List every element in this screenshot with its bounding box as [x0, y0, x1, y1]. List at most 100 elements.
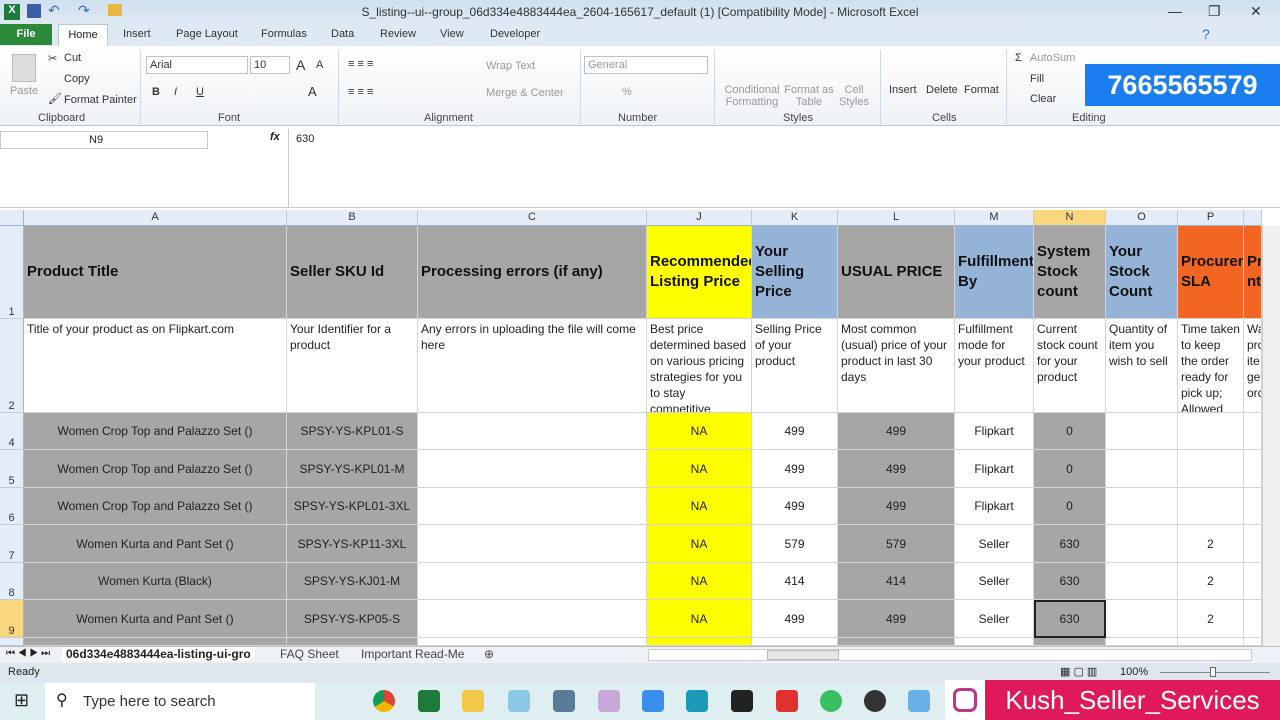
restore-icon[interactable]: ❐: [1208, 3, 1221, 20]
table-cell[interactable]: 499: [752, 450, 838, 488]
description-cell[interactable]: Fulfillment mode for your product: [955, 319, 1034, 413]
conditional-formatting-button[interactable]: Conditional Formatting: [722, 84, 782, 108]
table-cell[interactable]: NA: [647, 563, 752, 600]
column-header-j[interactable]: J: [647, 210, 752, 226]
table-cell[interactable]: [418, 525, 647, 563]
description-cell[interactable]: Time taken to keep the order ready for p…: [1178, 319, 1244, 413]
table-cell[interactable]: [1244, 450, 1262, 488]
table-cell[interactable]: 499: [752, 413, 838, 450]
column-header-l[interactable]: L: [838, 210, 955, 226]
grow-font-icon[interactable]: A: [296, 57, 305, 73]
description-cell[interactable]: Your Identifier for a product: [287, 319, 418, 413]
cut-icon[interactable]: ✂: [48, 52, 57, 65]
header-cell[interactable]: Procurement SLA: [1178, 226, 1244, 319]
clear-button[interactable]: Clear: [1030, 93, 1056, 105]
table-cell[interactable]: [1178, 488, 1244, 525]
percent-icon[interactable]: %: [622, 86, 632, 98]
sticky-notes-icon[interactable]: [731, 690, 753, 712]
table-cell[interactable]: Women Crop Top and Palazzo Set (): [24, 488, 287, 525]
format-as-table-button[interactable]: Format as Table: [784, 84, 834, 108]
table-cell[interactable]: [1244, 563, 1262, 600]
name-box[interactable]: N9: [0, 131, 208, 149]
autosum-icon[interactable]: Σ: [1015, 52, 1022, 64]
row-header[interactable]: 6: [0, 488, 24, 525]
tab-developer[interactable]: Developer: [490, 28, 540, 40]
copy-button[interactable]: Copy: [64, 73, 90, 85]
tab-file[interactable]: File: [0, 24, 52, 45]
redo-icon[interactable]: ↷: [78, 2, 90, 19]
table-cell[interactable]: 499: [752, 600, 838, 638]
table-cell[interactable]: 0: [1034, 450, 1106, 488]
table-cell[interactable]: 499: [752, 488, 838, 525]
table-cell[interactable]: Flipkart: [955, 413, 1034, 450]
table-cell[interactable]: NA: [647, 450, 752, 488]
autosum-button[interactable]: AutoSum: [1030, 52, 1075, 64]
table-cell[interactable]: 630: [1034, 600, 1106, 638]
table-cell[interactable]: Seller: [955, 563, 1034, 600]
table-cell[interactable]: [1244, 413, 1262, 450]
table-cell[interactable]: [1106, 600, 1178, 638]
font-size-select[interactable]: 10: [250, 56, 290, 74]
table-cell[interactable]: [838, 638, 955, 646]
header-cell[interactable]: Your Stock Count: [1106, 226, 1178, 319]
table-cell[interactable]: [418, 488, 647, 525]
table-cell[interactable]: SPSY-YS-KJ01-M: [287, 563, 418, 600]
header-cell[interactable]: USUAL PRICE: [838, 226, 955, 319]
undo-icon[interactable]: ↶: [48, 2, 60, 19]
paint-icon[interactable]: [598, 690, 620, 712]
italic-icon[interactable]: I: [174, 86, 177, 98]
table-cell[interactable]: Women Kurta and Pant Set (): [24, 525, 287, 563]
tab-data[interactable]: Data: [331, 28, 354, 40]
column-header-m[interactable]: M: [955, 210, 1034, 226]
excel-taskbar-icon[interactable]: [418, 690, 440, 712]
table-cell[interactable]: SPSY-YS-KP05-S: [287, 600, 418, 638]
table-cell[interactable]: 2: [1178, 525, 1244, 563]
table-cell[interactable]: [1106, 563, 1178, 600]
close-icon[interactable]: ✕: [1250, 3, 1262, 20]
table-cell[interactable]: Seller: [955, 525, 1034, 563]
table-cell[interactable]: [647, 638, 752, 646]
new-sheet-icon[interactable]: ⊕: [484, 647, 494, 661]
row-header[interactable]: [0, 638, 24, 646]
row-header[interactable]: 9: [0, 600, 24, 638]
cell-styles-button[interactable]: Cell Styles: [836, 84, 872, 108]
app-icon[interactable]: [908, 690, 930, 712]
table-cell[interactable]: NA: [647, 600, 752, 638]
table-cell[interactable]: [1244, 488, 1262, 525]
table-cell[interactable]: [1244, 600, 1262, 638]
header-cell[interactable]: Fulfillment By: [955, 226, 1034, 319]
view-buttons-icon[interactable]: ▦ ▢ ▥: [1060, 665, 1097, 678]
wrap-text-button[interactable]: Wrap Text: [486, 60, 535, 72]
table-cell[interactable]: 414: [752, 563, 838, 600]
header-cell[interactable]: Pr nt: [1244, 226, 1262, 319]
anydesk-icon[interactable]: [776, 690, 798, 712]
table-cell[interactable]: 0: [1034, 488, 1106, 525]
table-cell[interactable]: [1106, 450, 1178, 488]
fill-button[interactable]: Fill: [1030, 73, 1044, 85]
table-cell[interactable]: [1106, 638, 1178, 646]
header-cell[interactable]: Product Title: [24, 226, 287, 319]
table-cell[interactable]: Women Kurta (Black): [24, 563, 287, 600]
table-cell[interactable]: 0: [1034, 413, 1106, 450]
table-cell[interactable]: 579: [752, 525, 838, 563]
description-cell[interactable]: Quantity of item you wish to sell: [1106, 319, 1178, 413]
sheet-nav-icon[interactable]: ⏮ ◀ ▶ ⏭: [6, 648, 50, 659]
insert-function-button[interactable]: fx: [270, 131, 280, 143]
tab-view[interactable]: View: [440, 28, 464, 40]
table-cell[interactable]: SPSY-YS-KPL01-S: [287, 413, 418, 450]
table-cell[interactable]: 499: [838, 450, 955, 488]
format-cells-button[interactable]: Format: [964, 84, 999, 96]
table-cell[interactable]: NA: [647, 413, 752, 450]
table-cell[interactable]: [418, 413, 647, 450]
sheet-tab-faq[interactable]: FAQ Sheet: [280, 647, 339, 661]
table-cell[interactable]: [1178, 413, 1244, 450]
table-cell[interactable]: 499: [838, 413, 955, 450]
header-cell[interactable]: Seller SKU Id: [287, 226, 418, 319]
zoom-level[interactable]: 100%: [1120, 666, 1148, 678]
chrome-icon[interactable]: [373, 690, 395, 712]
column-header-k[interactable]: K: [752, 210, 838, 226]
table-cell[interactable]: 2: [1178, 563, 1244, 600]
bold-icon[interactable]: B: [152, 86, 160, 98]
tab-home[interactable]: Home: [58, 24, 108, 46]
app-icon[interactable]: [820, 690, 842, 712]
